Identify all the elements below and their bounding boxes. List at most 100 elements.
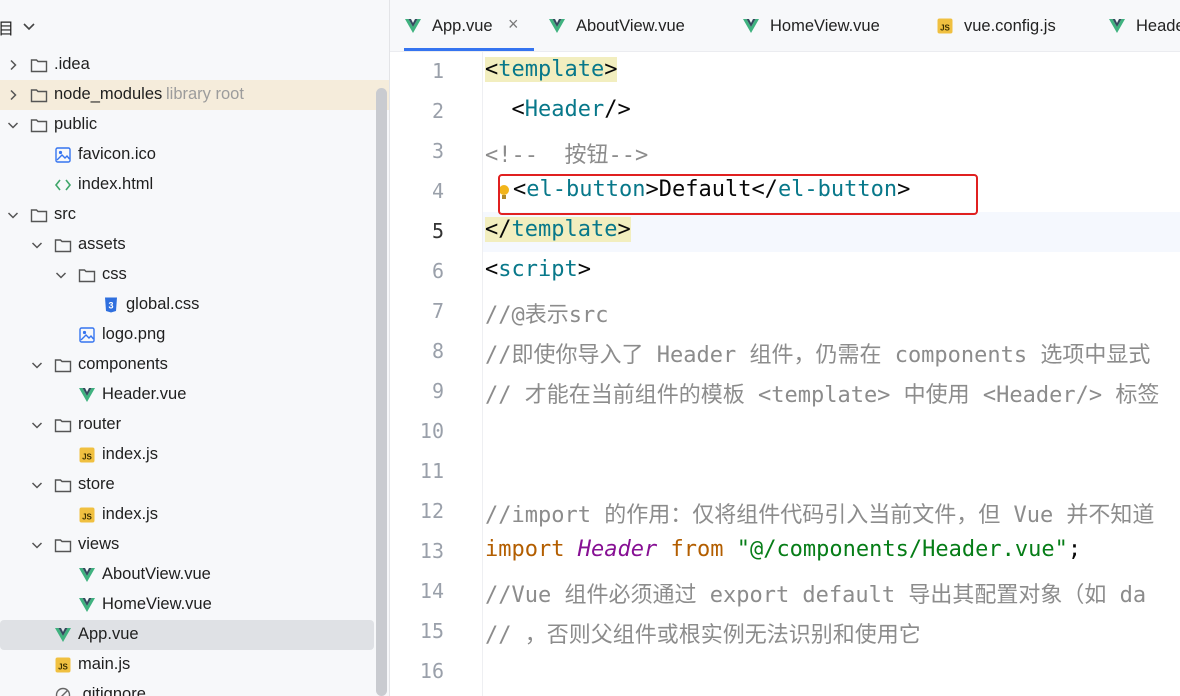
tree-item-hint: library root — [166, 85, 244, 103]
chevron-down-icon[interactable] — [30, 418, 44, 432]
chevron-down-icon[interactable] — [54, 268, 68, 282]
tree-item-favicon-ico[interactable]: favicon.ico — [0, 140, 374, 170]
vue-file-icon — [743, 19, 759, 33]
tree-item-label: logo.png — [102, 325, 166, 343]
tree-item-homeview-vue[interactable]: HomeView.vue — [0, 590, 374, 620]
tree-item-label: AboutView.vue — [102, 565, 211, 583]
tree-item-logo-png[interactable]: logo.png — [0, 320, 374, 350]
tab-heade[interactable]: Heade — [1108, 0, 1180, 51]
code-line-14[interactable]: //Vue 组件必须通过 export default 导出其配置对象（如 da — [485, 577, 1146, 609]
tree-item-label: router — [78, 415, 122, 433]
folder-icon — [54, 419, 72, 433]
tree-item-src[interactable]: src — [0, 200, 374, 230]
line-number: 2 — [431, 99, 444, 123]
vue-file-icon — [55, 628, 71, 642]
folder-icon — [30, 89, 48, 103]
code-line-1[interactable]: <template> — [485, 57, 618, 82]
tree-item-views[interactable]: views — [0, 530, 374, 560]
tree-item-global-css[interactable]: 3 global.css — [0, 290, 374, 320]
line-number: 6 — [431, 259, 444, 283]
vue-file-icon — [79, 388, 95, 402]
line-number: 1 — [431, 59, 444, 83]
project-title[interactable]: 目 — [0, 15, 14, 39]
close-icon[interactable]: × — [508, 14, 519, 35]
chevron-down-icon[interactable] — [30, 538, 44, 552]
chevron-down-icon[interactable] — [6, 208, 20, 222]
vue-file-icon — [549, 19, 565, 33]
tree-item-label: favicon.ico — [78, 145, 156, 163]
tab-app-vue[interactable]: App.vue × — [404, 0, 534, 51]
tree-item-node-modules[interactable]: node_modules library root — [0, 80, 389, 110]
code-line-9[interactable]: // 才能在当前组件的模板 <template> 中使用 <Header/> 标… — [485, 377, 1159, 409]
chevron-right-icon[interactable] — [6, 58, 20, 72]
svg-text:JS: JS — [940, 24, 950, 33]
line-number: 3 — [431, 139, 444, 163]
svg-text:JS: JS — [82, 513, 92, 522]
tree-item-idea[interactable]: .idea — [0, 50, 374, 80]
chevron-down-icon[interactable] — [6, 118, 20, 132]
tree-item-gitignore[interactable]: .gitignore — [0, 680, 374, 696]
tab-vue-config-js[interactable]: JS vue.config.js — [936, 0, 1106, 51]
tree-item-index-html[interactable]: index.html — [0, 170, 374, 200]
code-line-6[interactable]: <script> — [485, 257, 591, 282]
line-number: 10 — [419, 419, 444, 443]
project-panel: 目 .idea node_modules library root public fav… — [0, 0, 389, 696]
code-line-2[interactable]: <Header/> — [485, 97, 631, 122]
code-line-3[interactable]: <!-- 按钮--> — [485, 137, 648, 169]
tree-item-assets[interactable]: assets — [0, 230, 374, 260]
code-line-15[interactable]: // ，否则父组件或根实例无法识别和使用它 — [485, 617, 921, 649]
code-line-12[interactable]: //import 的作用：仅将组件代码引入当前文件，但 Vue 并不知道 — [485, 497, 1154, 529]
vue-file-icon — [1109, 19, 1125, 33]
folder-icon — [30, 59, 48, 73]
tree-item-label: store — [78, 475, 115, 493]
line-number: 5 — [431, 219, 444, 243]
js-file-icon: JS — [79, 507, 95, 523]
tree-item-app-vue[interactable]: App.vue — [0, 620, 374, 650]
tree-item-components[interactable]: components — [0, 350, 374, 380]
chevron-right-icon[interactable] — [6, 88, 20, 102]
tree-item-aboutview-vue[interactable]: AboutView.vue — [0, 560, 374, 590]
scrollbar[interactable] — [376, 88, 387, 696]
folder-icon — [30, 119, 48, 133]
gitignore-icon — [55, 687, 71, 696]
tab-label: AboutView.vue — [576, 17, 685, 35]
chevron-down-icon[interactable] — [30, 478, 44, 492]
tree-item-header-vue[interactable]: Header.vue — [0, 380, 374, 410]
tree-item-store[interactable]: store — [0, 470, 374, 500]
tab-homeview-vue[interactable]: HomeView.vue — [742, 0, 912, 51]
line-number: 14 — [419, 579, 444, 603]
tab-aboutview-vue[interactable]: AboutView.vue — [548, 0, 718, 51]
tree-item-index-js[interactable]: JS index.js — [0, 440, 374, 470]
svg-text:JS: JS — [58, 663, 68, 672]
tab-label: App.vue — [432, 17, 493, 35]
code-editor[interactable]: App.vue × AboutView.vue HomeView.vue JS vue.c… — [390, 0, 1180, 696]
tree-item-index-js[interactable]: JS index.js — [0, 500, 374, 530]
line-number: 8 — [431, 339, 444, 363]
code-line-8[interactable]: //即使你导入了 Header 组件，仍需在 components 选项中显式 — [485, 337, 1150, 369]
code-line-5[interactable]: </template> — [485, 217, 631, 242]
tree-item-router[interactable]: router — [0, 410, 374, 440]
svg-text:JS: JS — [82, 453, 92, 462]
chevron-down-icon[interactable] — [30, 358, 44, 372]
vue-file-icon — [79, 598, 95, 612]
tab-label: vue.config.js — [964, 17, 1056, 35]
tree-item-label: components — [78, 355, 168, 373]
vue-file-icon — [79, 568, 95, 582]
tree-item-main-js[interactable]: JS main.js — [0, 650, 374, 680]
code-line-7[interactable]: //@表示src — [485, 297, 608, 329]
line-number: 11 — [419, 459, 444, 483]
vue-file-icon — [405, 19, 421, 33]
tree-item-public[interactable]: public — [0, 110, 374, 140]
tree-item-label: .idea — [54, 55, 90, 73]
chevron-down-icon[interactable] — [30, 238, 44, 252]
svg-text:3: 3 — [108, 301, 113, 311]
chevron-down-icon[interactable] — [22, 19, 36, 33]
line-number: 15 — [419, 619, 444, 643]
tree-item-label: .gitignore — [78, 685, 146, 696]
code-line-13[interactable]: import Header from "@/components/Header.… — [485, 537, 1081, 562]
line-number: 7 — [431, 299, 444, 323]
tree-item-css[interactable]: css — [0, 260, 374, 290]
tree-item-label: index.html — [78, 175, 154, 193]
tree-item-label: src — [54, 205, 76, 223]
tab-label: Heade — [1136, 17, 1180, 35]
